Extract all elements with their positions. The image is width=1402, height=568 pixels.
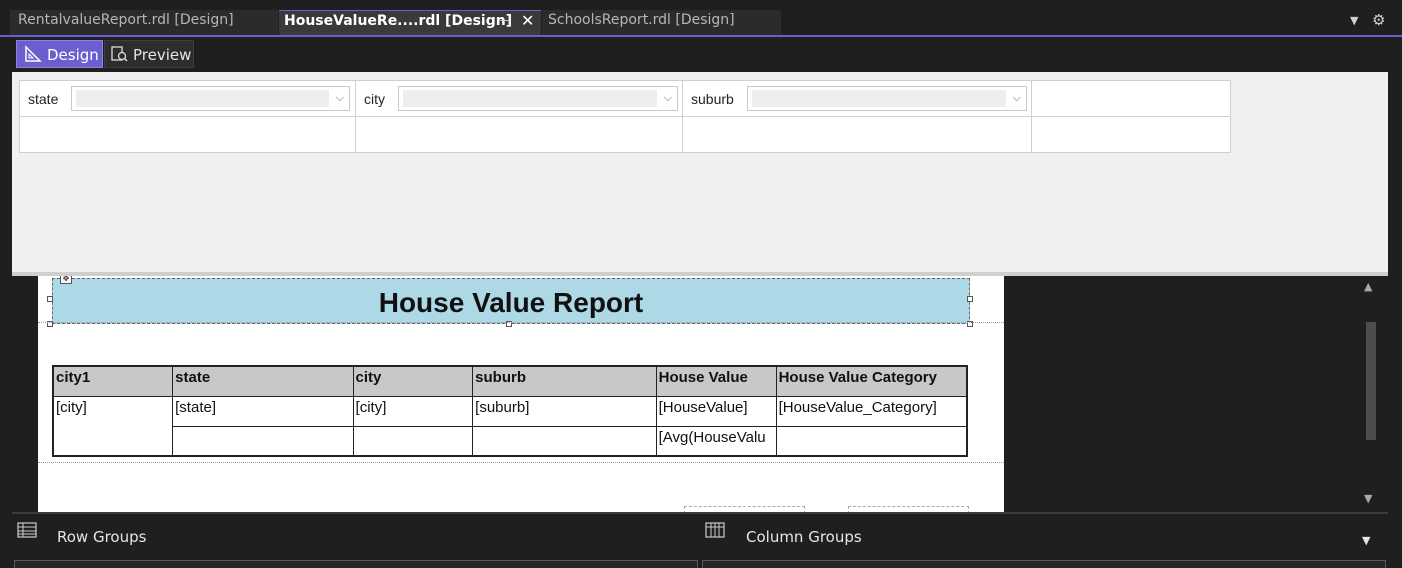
total-cell[interactable]: [775, 425, 968, 457]
preview-icon: [111, 46, 128, 62]
resize-handle[interactable]: [47, 296, 53, 302]
design-icon: [25, 45, 42, 62]
design-button[interactable]: Design: [16, 40, 103, 68]
suburb-select[interactable]: ⌵: [747, 86, 1027, 111]
move-handle-icon[interactable]: ✥: [60, 276, 72, 284]
header-cell[interactable]: House Value Category: [775, 365, 968, 397]
parameter-label: suburb: [691, 91, 734, 107]
report-body[interactable]: House Value Report ✥ city1 state city su…: [38, 276, 1004, 512]
gear-icon[interactable]: ⚙: [1372, 11, 1385, 29]
header-divider: [38, 322, 1004, 323]
total-cell[interactable]: [Avg(HouseValu: [655, 425, 777, 457]
chevron-down-icon: ⌵: [1012, 91, 1021, 104]
report-title-textbox[interactable]: House Value Report: [52, 278, 970, 324]
header-cell[interactable]: suburb: [472, 365, 657, 397]
group-cell[interactable]: [city]: [52, 395, 174, 457]
tab-rentalvalue-report[interactable]: RentalvalueReport.rdl [Design]: [10, 10, 278, 35]
total-cell[interactable]: [352, 425, 474, 457]
row-groups-icon: [17, 522, 37, 538]
row-groups-list[interactable]: [14, 560, 698, 568]
parameter-label: city: [364, 91, 385, 107]
footer-divider: [38, 462, 1004, 463]
column-groups-icon: [705, 522, 725, 538]
header-cell[interactable]: city1: [52, 365, 174, 397]
total-cell[interactable]: [172, 425, 354, 457]
scroll-up-icon[interactable]: ▲: [1364, 280, 1372, 293]
preview-label: Preview: [133, 46, 192, 64]
detail-cell[interactable]: [suburb]: [472, 395, 657, 427]
select-value: [752, 90, 1006, 107]
state-select[interactable]: ⌵: [71, 86, 350, 111]
detail-cell[interactable]: [city]: [352, 395, 474, 427]
document-tab-strip: RentalvalueReport.rdl [Design] HouseValu…: [0, 0, 1402, 37]
select-value: [403, 90, 657, 107]
pin-icon[interactable]: ⊣: [499, 14, 510, 29]
detail-cell[interactable]: [HouseValue]: [655, 395, 777, 427]
view-toolbar: Design Preview: [12, 39, 1388, 72]
tab-label: HouseValueRe....rdl [Design]: [284, 13, 513, 29]
header-cell[interactable]: House Value: [655, 365, 777, 397]
parameter-cell-empty: [19, 116, 356, 153]
parameter-cell-empty: [682, 116, 1032, 153]
table-header-row: city1 state city suburb House Value Hous…: [52, 365, 968, 397]
detail-cell[interactable]: [state]: [172, 395, 354, 427]
design-label: Design: [47, 46, 99, 64]
report-designer-window: RentalvalueReport.rdl [Design] HouseValu…: [0, 0, 1402, 568]
row-groups-label: Row Groups: [57, 528, 147, 546]
design-surface[interactable]: House Value Report ✥ city1 state city su…: [12, 276, 1358, 512]
house-value-tablix[interactable]: city1 state city suburb House Value Hous…: [52, 365, 968, 457]
tab-label: RentalvalueReport.rdl [Design]: [18, 12, 234, 28]
column-groups-list[interactable]: [702, 560, 1386, 568]
table-row: [Avg(HouseValu: [53, 425, 968, 457]
select-value: [76, 90, 329, 107]
scroll-down-icon[interactable]: ▼: [1364, 492, 1372, 505]
vertical-scrollbar[interactable]: ▲ ▼: [1358, 276, 1388, 512]
tab-schools-report[interactable]: SchoolsReport.rdl [Design]: [542, 10, 781, 35]
column-groups-label: Column Groups: [746, 528, 862, 546]
parameter-cell-empty: [355, 116, 683, 153]
city-select[interactable]: ⌵: [398, 86, 678, 111]
chevron-down-icon: ⌵: [663, 91, 672, 104]
chevron-down-icon[interactable]: ▼: [1350, 14, 1358, 27]
parameter-label: state: [28, 91, 59, 107]
parameter-cell-city: city ⌵: [355, 80, 683, 117]
parameter-grid: state ⌵ city ⌵ suburb ⌵: [19, 80, 1231, 154]
parameter-cell-state: state ⌵: [19, 80, 356, 117]
tab-housevalue-report[interactable]: HouseValueRe....rdl [Design] ⊣ ✕: [279, 10, 541, 35]
parameters-pane: state ⌵ city ⌵ suburb ⌵: [12, 72, 1388, 272]
grouping-pane: Row Groups Column Groups ▼: [12, 512, 1388, 568]
parameter-cell-empty: [1031, 80, 1231, 117]
chevron-down-icon: ⌵: [335, 91, 344, 104]
resize-handle[interactable]: [967, 296, 973, 302]
total-cell[interactable]: [472, 425, 657, 457]
header-cell[interactable]: state: [172, 365, 354, 397]
header-cell[interactable]: city: [352, 365, 474, 397]
table-row: [city] [state] [city] [suburb] [HouseVal…: [52, 395, 968, 457]
detail-cell[interactable]: [HouseValue_Category]: [775, 395, 968, 427]
tab-label: SchoolsReport.rdl [Design]: [548, 12, 735, 28]
parameter-cell-empty: [1031, 116, 1231, 153]
preview-button[interactable]: Preview: [104, 40, 194, 68]
scroll-thumb[interactable]: [1366, 322, 1376, 440]
chevron-down-icon[interactable]: ▼: [1362, 534, 1370, 547]
parameter-cell-suburb: suburb ⌵: [682, 80, 1032, 117]
close-icon[interactable]: ✕: [521, 11, 534, 30]
report-title: House Value Report: [378, 287, 644, 318]
